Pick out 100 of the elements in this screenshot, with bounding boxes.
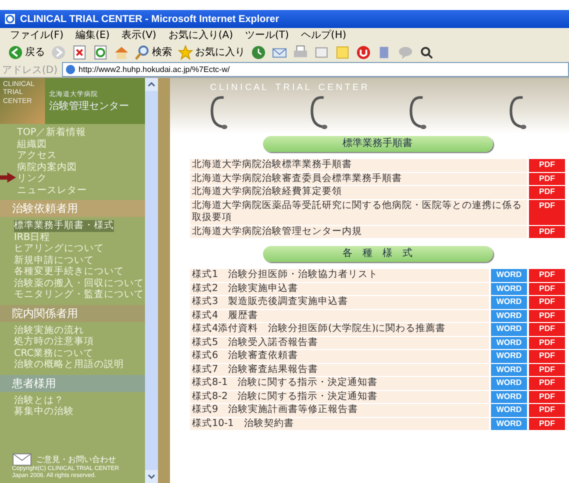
document-link[interactable]: 様式10-1 治験契約書 bbox=[190, 418, 489, 430]
download-button[interactable]: WORD bbox=[491, 269, 527, 282]
nav-link[interactable]: 処方時の注意事項 bbox=[14, 336, 94, 348]
download-button[interactable]: WORD bbox=[491, 310, 527, 322]
download-button[interactable]: WORD bbox=[491, 282, 527, 295]
document-link[interactable]: 様式7 治験審査結果報告書 bbox=[190, 364, 489, 376]
download-button[interactable]: WORD bbox=[491, 390, 527, 403]
nav-link[interactable]: TOP／新着情報 bbox=[17, 127, 86, 138]
favorites-button[interactable]: お気に入り bbox=[178, 44, 245, 60]
nav-link[interactable]: ニュースレター bbox=[17, 184, 87, 196]
nav-link[interactable]: 治験の概略と用語の説明 bbox=[14, 359, 124, 370]
globe-icon bbox=[4, 13, 16, 25]
address-label: アドレス(D) bbox=[2, 64, 58, 76]
download-button[interactable]: PDF bbox=[529, 390, 565, 403]
download-button[interactable]: PDF bbox=[529, 377, 565, 390]
download-button[interactable]: PDF bbox=[529, 159, 565, 172]
nav-link[interactable]: 治験薬の搬入・回収について bbox=[14, 278, 144, 289]
download-button[interactable]: PDF bbox=[529, 200, 565, 224]
download-button[interactable]: PDF bbox=[529, 418, 565, 430]
nav-link[interactable]: 新規申請について bbox=[14, 254, 94, 266]
document-link[interactable]: 様式4添付資料 治験分担医師(大学院生)に関わる推薦書 bbox=[190, 323, 489, 336]
document-link[interactable]: 様式8-2 治験に関する指示・決定通知書 bbox=[190, 390, 489, 403]
download-button[interactable]: PDF bbox=[529, 350, 565, 362]
document-link[interactable]: 北海道大学病院治験管理センター内規 bbox=[190, 226, 527, 238]
stop-icon[interactable] bbox=[72, 44, 87, 60]
contact-link[interactable]: ご意見・お問い合わせ bbox=[36, 454, 116, 465]
url-text: http://www2.huhp.hokudai.ac.jp/%7Ectc-w/ bbox=[78, 65, 231, 74]
window-title: CLINICAL TRIAL CENTER - Microsoft Internet Explorer bbox=[20, 14, 280, 24]
page-icon bbox=[64, 64, 76, 75]
document-link[interactable]: 様式1 治験分担医師・治験協力者リスト bbox=[190, 269, 489, 282]
scroll-up-icon[interactable] bbox=[145, 78, 158, 91]
download-button[interactable]: PDF bbox=[529, 336, 565, 349]
download-button[interactable]: WORD bbox=[491, 377, 527, 390]
nav-link[interactable]: 標準業務手順書・様式 bbox=[14, 220, 114, 232]
nav-link[interactable]: 各種変更手続きについて bbox=[14, 266, 124, 278]
envelope-icon bbox=[12, 453, 32, 466]
download-button[interactable]: PDF bbox=[529, 226, 565, 238]
download-button[interactable]: WORD bbox=[491, 350, 527, 362]
document-link[interactable]: 北海道大学病院治験経費算定要領 bbox=[190, 186, 527, 198]
section-title: 各 種 様 式 bbox=[262, 246, 492, 262]
nav-link[interactable]: リンク bbox=[17, 173, 47, 184]
nav-link[interactable]: モニタリング・監査について bbox=[14, 289, 144, 300]
refresh-icon[interactable] bbox=[93, 44, 108, 60]
document-link[interactable]: 様式2 治験実施申込書 bbox=[190, 282, 489, 295]
document-link[interactable]: 様式6 治験審査依頼書 bbox=[190, 350, 489, 362]
menu-item[interactable]: 表示(V) bbox=[122, 28, 156, 42]
scrollbar[interactable] bbox=[145, 78, 158, 483]
nav-link[interactable]: 募集中の治験 bbox=[14, 406, 74, 418]
document-link[interactable]: 様式9 治験実施計画書等修正報告書 bbox=[190, 404, 489, 416]
nav-link[interactable]: アクセス bbox=[17, 150, 57, 162]
address-field[interactable]: http://www2.huhp.hokudai.ac.jp/%7Ectc-w/ bbox=[62, 62, 569, 77]
document-link[interactable]: 北海道大学病院医薬品等受託研究に関する他病院・医院等との連携に係る取扱要項 bbox=[190, 200, 527, 224]
nav-link[interactable]: IRB日程 bbox=[14, 232, 50, 243]
download-button[interactable]: WORD bbox=[491, 323, 527, 336]
section-header: 患者様用 bbox=[0, 374, 145, 392]
document-link[interactable]: 様式5 治験受入諾否報告書 bbox=[190, 336, 489, 349]
download-button[interactable]: PDF bbox=[529, 282, 565, 295]
section-title: 標準業務手順書 bbox=[262, 136, 492, 152]
menu-item[interactable]: お気に入り(A) bbox=[168, 28, 233, 42]
home-icon[interactable] bbox=[114, 44, 129, 60]
document-link[interactable]: 様式8-1 治験に関する指示・決定通知書 bbox=[190, 377, 489, 390]
download-button[interactable]: PDF bbox=[529, 323, 565, 336]
section-header: 院内関係者用 bbox=[0, 304, 145, 322]
download-button[interactable]: PDF bbox=[529, 296, 565, 308]
edit-icon[interactable] bbox=[314, 44, 329, 60]
download-button[interactable]: PDF bbox=[529, 364, 565, 376]
research-icon[interactable] bbox=[419, 44, 434, 60]
back-button[interactable]: 戻る bbox=[8, 44, 45, 60]
search-button[interactable]: 検索 bbox=[135, 44, 172, 60]
download-button[interactable]: PDF bbox=[529, 404, 565, 416]
download-button[interactable]: WORD bbox=[491, 364, 527, 376]
search-icon bbox=[135, 44, 150, 60]
history-icon[interactable] bbox=[251, 44, 266, 60]
arrow-icon bbox=[0, 172, 16, 183]
download-button[interactable]: WORD bbox=[491, 404, 527, 416]
menu-item[interactable]: ヘルプ(H) bbox=[300, 28, 346, 42]
menu-item[interactable]: ファイル(F) bbox=[10, 28, 64, 42]
download-button[interactable]: PDF bbox=[529, 186, 565, 198]
menu-item[interactable]: 編集(E) bbox=[76, 28, 110, 42]
download-button[interactable]: PDF bbox=[529, 269, 565, 282]
section-header: 治験依頼者用 bbox=[0, 200, 145, 217]
nav-link[interactable]: 治験とは？ bbox=[14, 394, 64, 406]
print-icon[interactable] bbox=[293, 44, 308, 60]
nav-link[interactable]: 病院内案内図 bbox=[17, 162, 77, 173]
download-button[interactable]: WORD bbox=[491, 418, 527, 430]
download-button[interactable]: WORD bbox=[491, 296, 527, 308]
document-link[interactable]: 様式3 製造販売後調査実施申込書 bbox=[190, 296, 489, 308]
nav-link[interactable]: ヒアリングについて bbox=[14, 243, 104, 254]
nav-link[interactable]: CRC業務について bbox=[14, 348, 94, 359]
download-button[interactable]: PDF bbox=[529, 310, 565, 322]
document-link[interactable]: 北海道大学病院治験審査委員会標準業務手順書 bbox=[190, 172, 527, 185]
logo-name: 治験管理センター bbox=[49, 100, 129, 112]
menu-item[interactable]: ツール(T) bbox=[245, 28, 289, 42]
nav-link[interactable]: 治験実施の流れ bbox=[14, 324, 84, 336]
document-link[interactable]: 北海道大学病院治験標準業務手順書 bbox=[190, 159, 527, 172]
download-button[interactable]: WORD bbox=[491, 336, 527, 349]
scroll-down-icon[interactable] bbox=[145, 470, 158, 483]
document-link[interactable]: 様式4 履歴書 bbox=[190, 310, 489, 322]
download-button[interactable]: PDF bbox=[529, 172, 565, 185]
nav-link[interactable]: 組織図 bbox=[17, 138, 47, 150]
